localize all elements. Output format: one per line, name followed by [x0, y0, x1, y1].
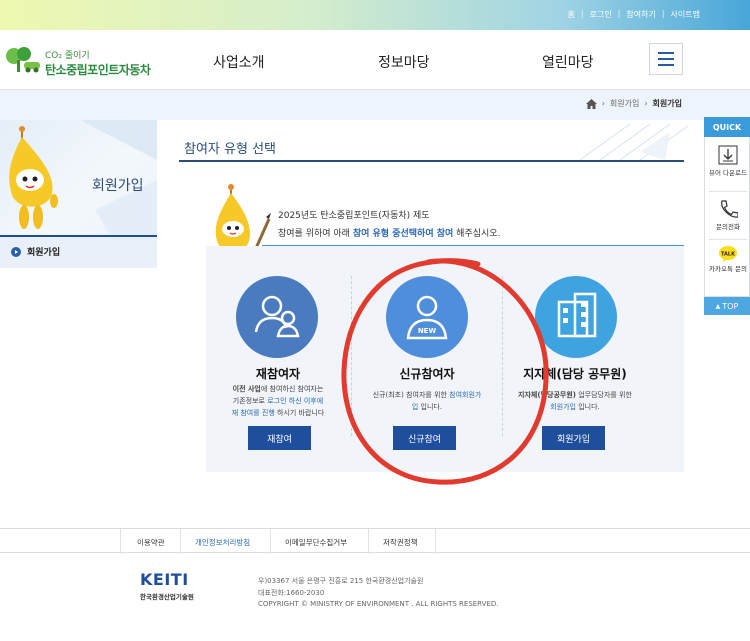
quick-kakao[interactable]: 카카오톡 문의 — [705, 265, 750, 273]
intro-line-1: 2025년도 탄소중립포인트(자동차) 제도 — [278, 211, 430, 221]
card-desc-returning: 이전 사업에 참여하신 참여자는 기존정보로 로그인 하신 이후에 재 참여를 … — [231, 385, 325, 417]
arrow-circle-icon — [11, 247, 21, 257]
footer-link-privacy[interactable]: 개인정보처리방침 — [195, 537, 250, 548]
menu-icon — [658, 52, 674, 54]
footer-address: 우)03367 서울 은평구 진흥로 215 한국환경산업기술원 — [258, 577, 424, 585]
logo-subtitle: CO₂ 줄이기 — [45, 51, 90, 61]
footer-link-copyright[interactable]: 저작권정책 — [383, 537, 418, 548]
annotation-circle — [341, 258, 549, 485]
footer-link-terms[interactable]: 이용약관 — [137, 537, 165, 548]
footer-copyright: COPYRIGHT © MINISTRY OF ENVIRONMENT . AL… — [258, 600, 499, 608]
intro-line-2: 참여를 위하여 아래 참여 유형 중선택하여 참여 해주십시오. — [278, 229, 501, 239]
quick-phone[interactable]: 문의전화 — [705, 223, 750, 231]
logo-title: 탄소중립포인트자동차 — [45, 63, 151, 77]
site-header: CO₂ 줄이기 탄소중립포인트자동차 사업소개 정보마당 열린마당 — [0, 30, 750, 90]
card-title-returning: 재참여자 — [255, 367, 301, 381]
page-title: 참여자 유형 선택 — [184, 142, 276, 157]
chevron-right-icon: › — [601, 99, 605, 108]
phone-icon[interactable] — [718, 199, 738, 219]
breadcrumb-current: 회원가입 — [652, 99, 682, 108]
scroll-top-button[interactable]: ▲ TOP — [704, 297, 750, 315]
nav-info[interactable]: 정보마당 — [378, 52, 430, 72]
sidebar-item-join[interactable]: 회원가입 — [0, 235, 157, 268]
nav-open[interactable]: 열린마당 — [542, 52, 594, 72]
sidebar-title: 회원가입 — [92, 178, 144, 194]
menu-button[interactable] — [649, 43, 683, 75]
users-icon — [254, 295, 300, 338]
kakaotalk-icon[interactable]: TALK — [718, 245, 738, 263]
chevron-right-icon: › — [644, 99, 648, 108]
chevron-up-icon: ▲ — [715, 302, 721, 310]
site-logo[interactable]: CO₂ 줄이기 탄소중립포인트자동차 — [0, 44, 160, 78]
breadcrumb: › 회원가입 › 회원가입 — [585, 98, 682, 109]
top-link-login[interactable]: 로그인 — [584, 9, 618, 20]
sub-visual-band: › 회원가입 › 회원가입 — [0, 90, 750, 120]
home-icon[interactable] — [585, 98, 597, 109]
nav-business-intro[interactable]: 사업소개 — [213, 52, 265, 72]
svg-text:TALK: TALK — [721, 252, 736, 258]
title-divider — [179, 160, 684, 162]
top-link-join[interactable]: 참여하기 — [620, 9, 661, 20]
sidebar-item-label: 회원가입 — [27, 248, 61, 258]
keiti-logo: KEITI 한국환경산업기술원 — [140, 570, 194, 601]
mascot-drop-character — [9, 126, 58, 229]
sidebar-visual: 회원가입 — [0, 120, 157, 235]
download-icon[interactable] — [718, 145, 738, 165]
top-utility-bar: 홈 | 로그인 | 참여하기 | 사이트맵 — [0, 0, 750, 30]
top-links: 홈 | 로그인 | 참여하기 | 사이트맵 — [562, 9, 706, 20]
breadcrumb-item[interactable]: 회원가입 — [610, 98, 639, 109]
quick-menu: QUICK 뷰어 다운로드 문의전화 TALK 카카오톡 문의 ▲ TOP — [704, 117, 750, 315]
decorative-lines — [579, 123, 689, 161]
footer-phone: 대표전화:1660-2030 — [258, 589, 325, 597]
footer-link-email[interactable]: 이메일무단수집거부 — [285, 537, 347, 548]
leaf-car-icon — [6, 47, 40, 73]
top-link-sitemap[interactable]: 사이트맵 — [665, 9, 706, 20]
top-link-home[interactable]: 홈 — [562, 9, 581, 20]
quick-menu-title: QUICK — [704, 117, 750, 137]
rejoin-button[interactable]: 재참여 — [248, 426, 311, 450]
returning-participant-circle — [236, 276, 318, 358]
footer-nav: 이용약관 개인정보처리방침 이메일무단수집거부 저작권정책 — [0, 528, 750, 554]
quick-viewer-download[interactable]: 뷰어 다운로드 — [705, 169, 750, 177]
